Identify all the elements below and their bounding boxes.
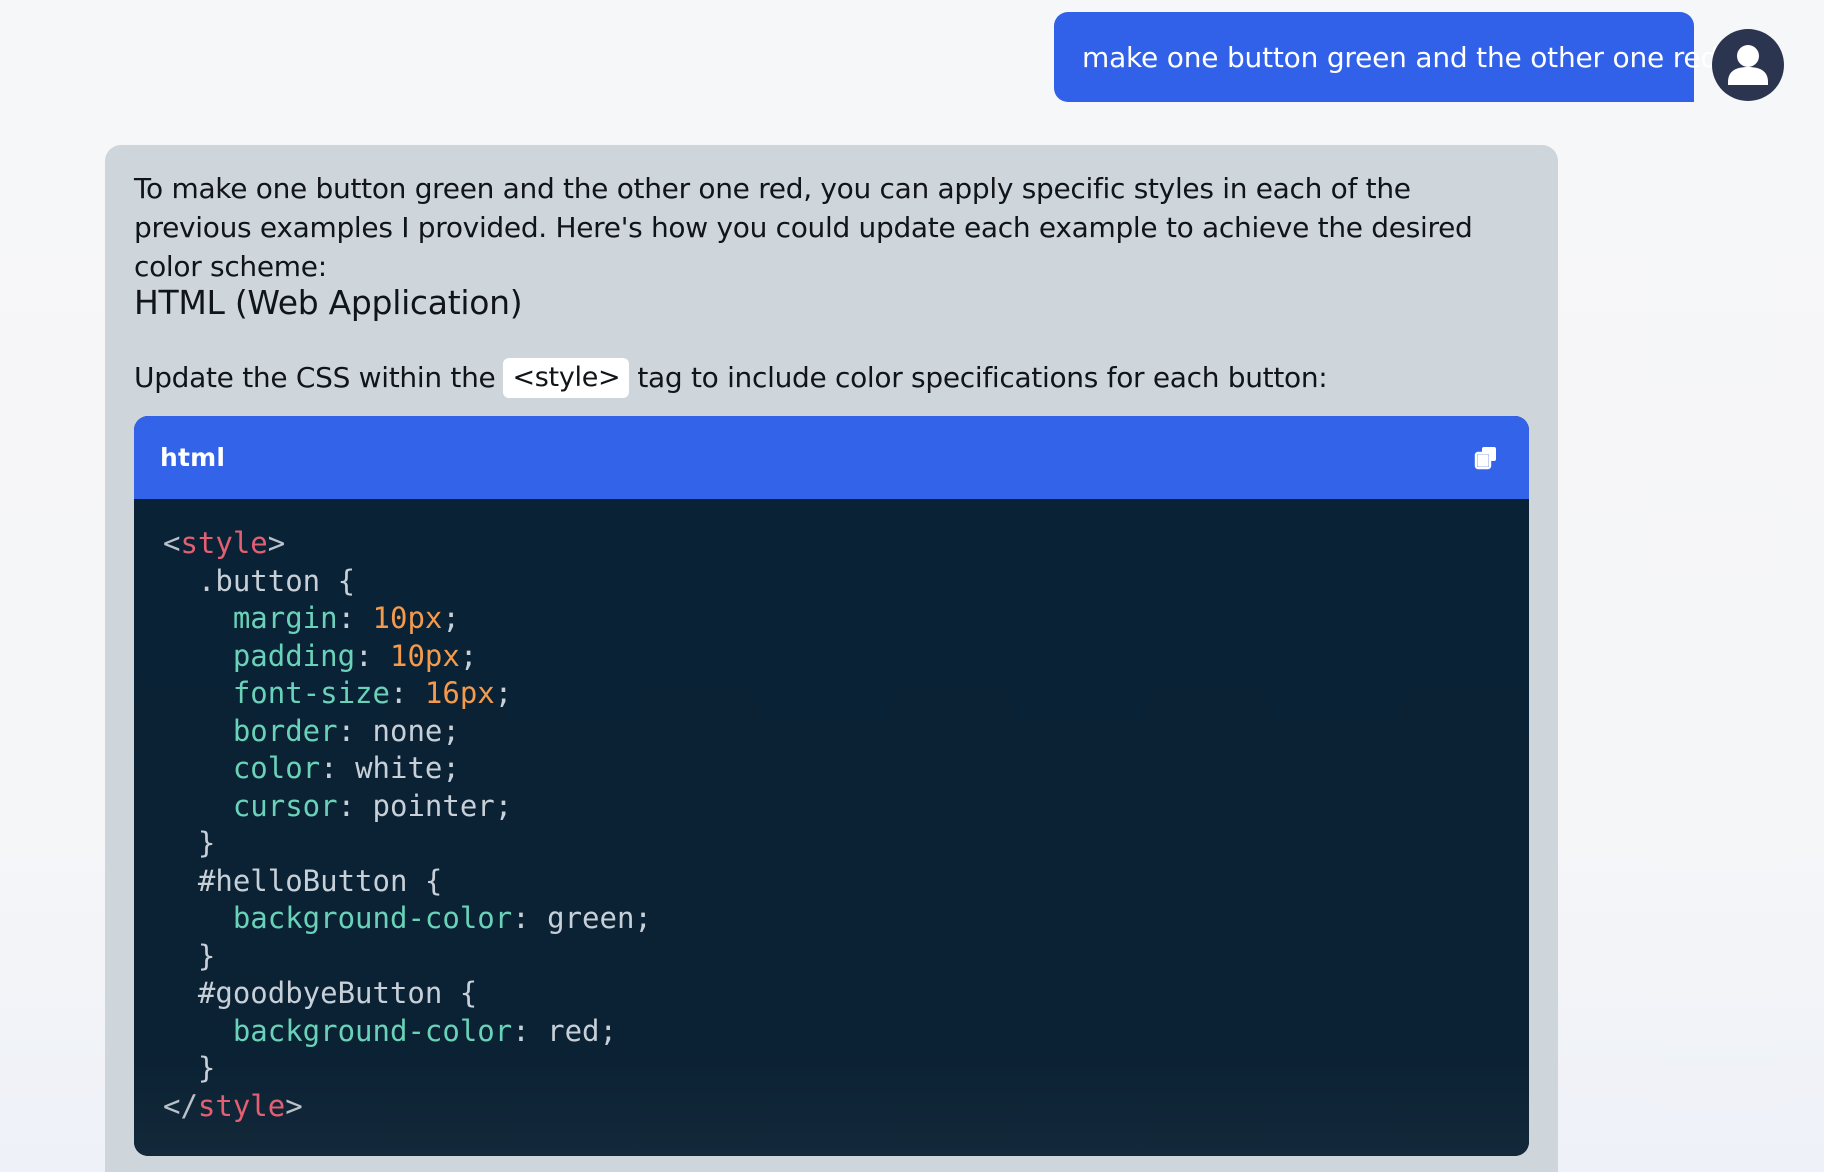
code-token: 10px: [372, 601, 443, 635]
code-token: ;: [494, 676, 513, 710]
code-token: : pointer;: [337, 788, 513, 823]
code-line: }: [163, 1050, 1500, 1088]
code-token: 16px: [424, 676, 495, 710]
instruction-text-after: tag to include color specifications for …: [637, 361, 1328, 394]
code-line: font-size: 16px;: [163, 675, 1500, 713]
code-block-header: html: [134, 416, 1529, 499]
code-token: font-size: [232, 676, 390, 710]
code-token: : red;: [512, 1013, 617, 1048]
code-block: html <style> .button { margin: 10px; pad…: [134, 416, 1529, 1156]
code-token: color: [232, 751, 321, 785]
code-line: #helloButton {: [163, 863, 1500, 901]
code-line: <style>: [163, 525, 1500, 563]
code-line: background-color: red;: [163, 1013, 1500, 1051]
code-token: : none;: [337, 713, 460, 748]
code-token: : white;: [320, 751, 460, 785]
code-token: #helloButton {: [163, 863, 443, 898]
section-heading: HTML (Web Application): [134, 283, 523, 322]
code-line: cursor: pointer;: [163, 788, 1500, 826]
code-token: background-color: [232, 901, 513, 935]
code-token: : green;: [512, 901, 652, 935]
code-token: >: [267, 526, 286, 560]
code-token: background-color: [232, 1013, 513, 1048]
code-language-label: html: [160, 443, 226, 472]
code-token: }: [163, 1051, 216, 1085]
code-token: style: [180, 526, 268, 560]
code-token: <: [163, 526, 181, 560]
user-message-text: make one button green and the other one …: [1082, 40, 1719, 74]
code-token: cursor: [232, 788, 338, 823]
code-token: 10px: [389, 638, 460, 673]
instruction-text-before: Update the CSS within the: [134, 361, 496, 394]
code-token: }: [163, 938, 216, 973]
code-token: .button {: [163, 563, 356, 598]
instruction-line: Update the CSS within the <style> tag to…: [134, 355, 1328, 401]
code-line: margin: 10px;: [163, 600, 1500, 638]
user-message-bubble: make one button green and the other one …: [1054, 12, 1718, 102]
copy-icon[interactable]: [1473, 445, 1499, 471]
code-token: :: [389, 676, 425, 710]
code-token: margin: [232, 601, 338, 635]
user-message-row: make one button green and the other one …: [1054, 12, 1792, 102]
code-token: padding: [232, 638, 356, 673]
code-line: }: [163, 825, 1500, 863]
code-token: border: [232, 713, 338, 748]
code-token: >: [285, 1088, 303, 1123]
user-avatar-icon: [1712, 29, 1784, 101]
code-line: color: white;: [163, 750, 1500, 788]
code-token: style: [197, 1088, 286, 1123]
code-token: :: [337, 601, 373, 635]
person-icon: [1728, 45, 1768, 85]
code-line: </style>: [163, 1088, 1500, 1126]
code-line: #goodbyeButton {: [163, 975, 1500, 1013]
code-token: ;: [442, 601, 460, 635]
code-line: }: [163, 938, 1500, 976]
code-token: ;: [459, 638, 478, 673]
code-content[interactable]: <style> .button { margin: 10px; padding:…: [134, 499, 1529, 1156]
assistant-message-bubble: To make one button green and the other o…: [105, 145, 1558, 1172]
copy-code-button[interactable]: [1469, 441, 1503, 475]
code-token: #goodbyeButton {: [163, 976, 478, 1010]
code-line: background-color: green;: [163, 900, 1500, 938]
code-line: border: none;: [163, 713, 1500, 751]
code-token: }: [163, 826, 216, 860]
assistant-intro-text: To make one button green and the other o…: [134, 172, 1473, 283]
code-token: </: [163, 1088, 198, 1123]
code-line: padding: 10px;: [163, 638, 1500, 676]
code-line: .button {: [163, 563, 1500, 601]
code-token: :: [355, 638, 390, 673]
chat-page: make one button green and the other one …: [0, 0, 1824, 1172]
inline-code-style: <style>: [503, 358, 630, 398]
